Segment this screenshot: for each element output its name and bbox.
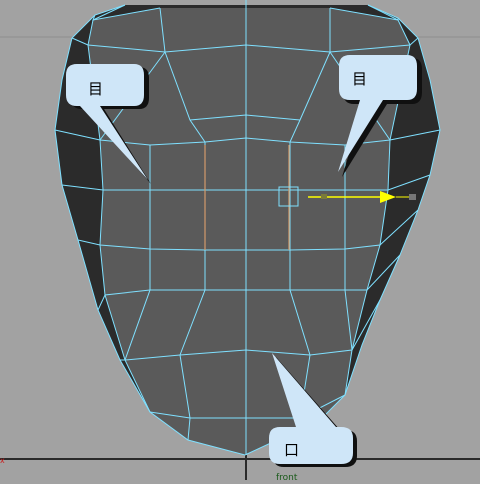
view-label: front (276, 473, 298, 480)
manipulator-x-scale-handle[interactable] (321, 194, 327, 199)
3d-viewport[interactable]: 目 目 口 front x (0, 0, 480, 483)
callout-mouth-text: 口 (284, 441, 299, 459)
manipulator-x-end-handle[interactable] (409, 194, 416, 200)
axis-marker: x (0, 456, 5, 465)
callout-right-eye-text: 目 (352, 70, 367, 88)
callout-left-eye-text: 目 (88, 80, 103, 98)
